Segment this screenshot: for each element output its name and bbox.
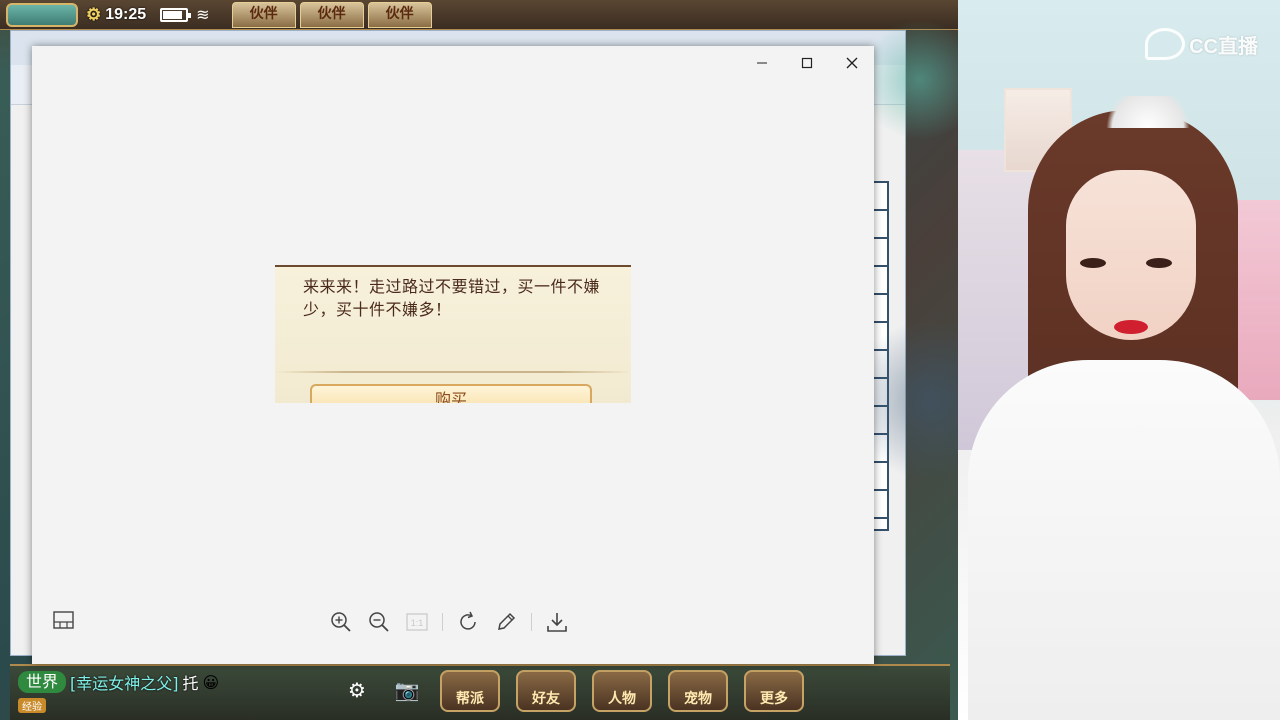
camera-icon[interactable]: 📷 — [390, 670, 424, 712]
edit-icon — [498, 612, 516, 630]
dialog-text: 来来来！走过路过不要错过，买一件不嫌少，买十件不嫌多！ — [303, 277, 601, 319]
left-eye — [1080, 258, 1106, 268]
clock-text: 19:25 — [105, 5, 147, 23]
wifi-icon: ≋ — [196, 5, 210, 24]
displayed-image: 来来来！走过路过不要错过，买一件不嫌少，买十件不嫌多！ 购买 — [275, 265, 631, 403]
cc-logo-text: CC直播 — [1189, 35, 1258, 58]
cc-live-logo: CC直播 — [1145, 28, 1258, 60]
zoom-in-icon — [331, 612, 351, 632]
toolbar-separator — [442, 613, 443, 631]
game-button-guild[interactable]: 帮派 — [440, 670, 500, 712]
minimize-icon — [756, 62, 767, 64]
game-tab-partner[interactable]: 伙伴 — [299, 1, 364, 28]
svg-text:1:1: 1:1 — [411, 618, 424, 628]
streamer-webcam: CC直播 — [958, 0, 1280, 720]
game-button-pet[interactable]: 宠物 — [668, 670, 728, 712]
zoom-out-icon — [369, 612, 389, 632]
streamer-lips — [1114, 320, 1148, 334]
rotate-icon — [460, 611, 476, 630]
game-clock: ⚙ 19:25 — [86, 5, 146, 25]
game-button-more[interactable]: 更多 — [744, 670, 804, 712]
window-controls — [739, 46, 874, 80]
zoom-out-button[interactable] — [360, 609, 398, 635]
game-top-bar: ⚙ 19:25 ≋ 伙伴 伙伴 伙伴 — [0, 0, 958, 30]
chat-username[interactable]: [幸运女神之父] — [70, 670, 179, 694]
streamer-body — [968, 360, 1280, 720]
panel-icon — [53, 611, 74, 629]
smiley-icon: 😀 — [202, 672, 220, 692]
edit-button[interactable] — [487, 609, 525, 635]
game-tab-partner[interactable]: 伙伴 — [367, 1, 432, 28]
gear-icon[interactable]: ⚙ — [86, 5, 101, 25]
maximize-button[interactable] — [784, 46, 829, 80]
maximize-icon — [801, 57, 812, 69]
game-action-buttons: ⚙ 📷 帮派 好友 人物 宠物 更多 — [340, 670, 804, 712]
xp-badge: 经验 — [18, 698, 46, 713]
chat-line[interactable]: 世界 [幸运女神之父] 托 😀 — [18, 670, 219, 694]
actual-size-button[interactable]: 1:1 — [398, 609, 436, 635]
game-button-friends[interactable]: 好友 — [516, 670, 576, 712]
image-viewer-window: 来来来！走过路过不要错过，买一件不嫌少，买十件不嫌多！ 购买 1:1 — [32, 46, 874, 664]
dialog-buy-button: 购买 — [310, 384, 592, 403]
game-menu-button[interactable] — [6, 2, 78, 27]
settings-icon[interactable]: ⚙ — [340, 670, 374, 712]
game-tabs: 伙伴 伙伴 伙伴 — [231, 1, 432, 28]
game-button-character[interactable]: 人物 — [592, 670, 652, 712]
zoom-in-button[interactable] — [322, 609, 360, 635]
game-tab-partner[interactable]: 伙伴 — [231, 1, 296, 28]
minimize-button[interactable] — [739, 46, 784, 80]
battery-icon — [160, 7, 192, 22]
battery-fill — [163, 10, 183, 19]
toolbar-separator — [531, 613, 532, 631]
close-icon — [846, 57, 857, 69]
actual-size-icon: 1:1 — [406, 613, 428, 631]
viewer-toolbar: 1:1 — [322, 609, 576, 635]
streamer-face — [1066, 170, 1196, 340]
game-bottom-bar: 世界 [幸运女神之父] 托 😀 经验 ⚙ 📷 帮派 好友 人物 宠物 更多 — [10, 664, 950, 720]
dialog-divider — [275, 371, 631, 373]
panel-toggle-button[interactable] — [52, 609, 76, 633]
download-icon — [547, 613, 567, 632]
right-eye — [1146, 258, 1172, 268]
download-button[interactable] — [538, 609, 576, 635]
hair-crown — [1098, 96, 1198, 128]
rotate-button[interactable] — [449, 609, 487, 635]
close-button[interactable] — [829, 46, 874, 80]
cc-logo-icon — [1145, 28, 1186, 60]
chat-channel-badge[interactable]: 世界 — [18, 671, 67, 693]
chat-message: 托 — [182, 674, 199, 693]
